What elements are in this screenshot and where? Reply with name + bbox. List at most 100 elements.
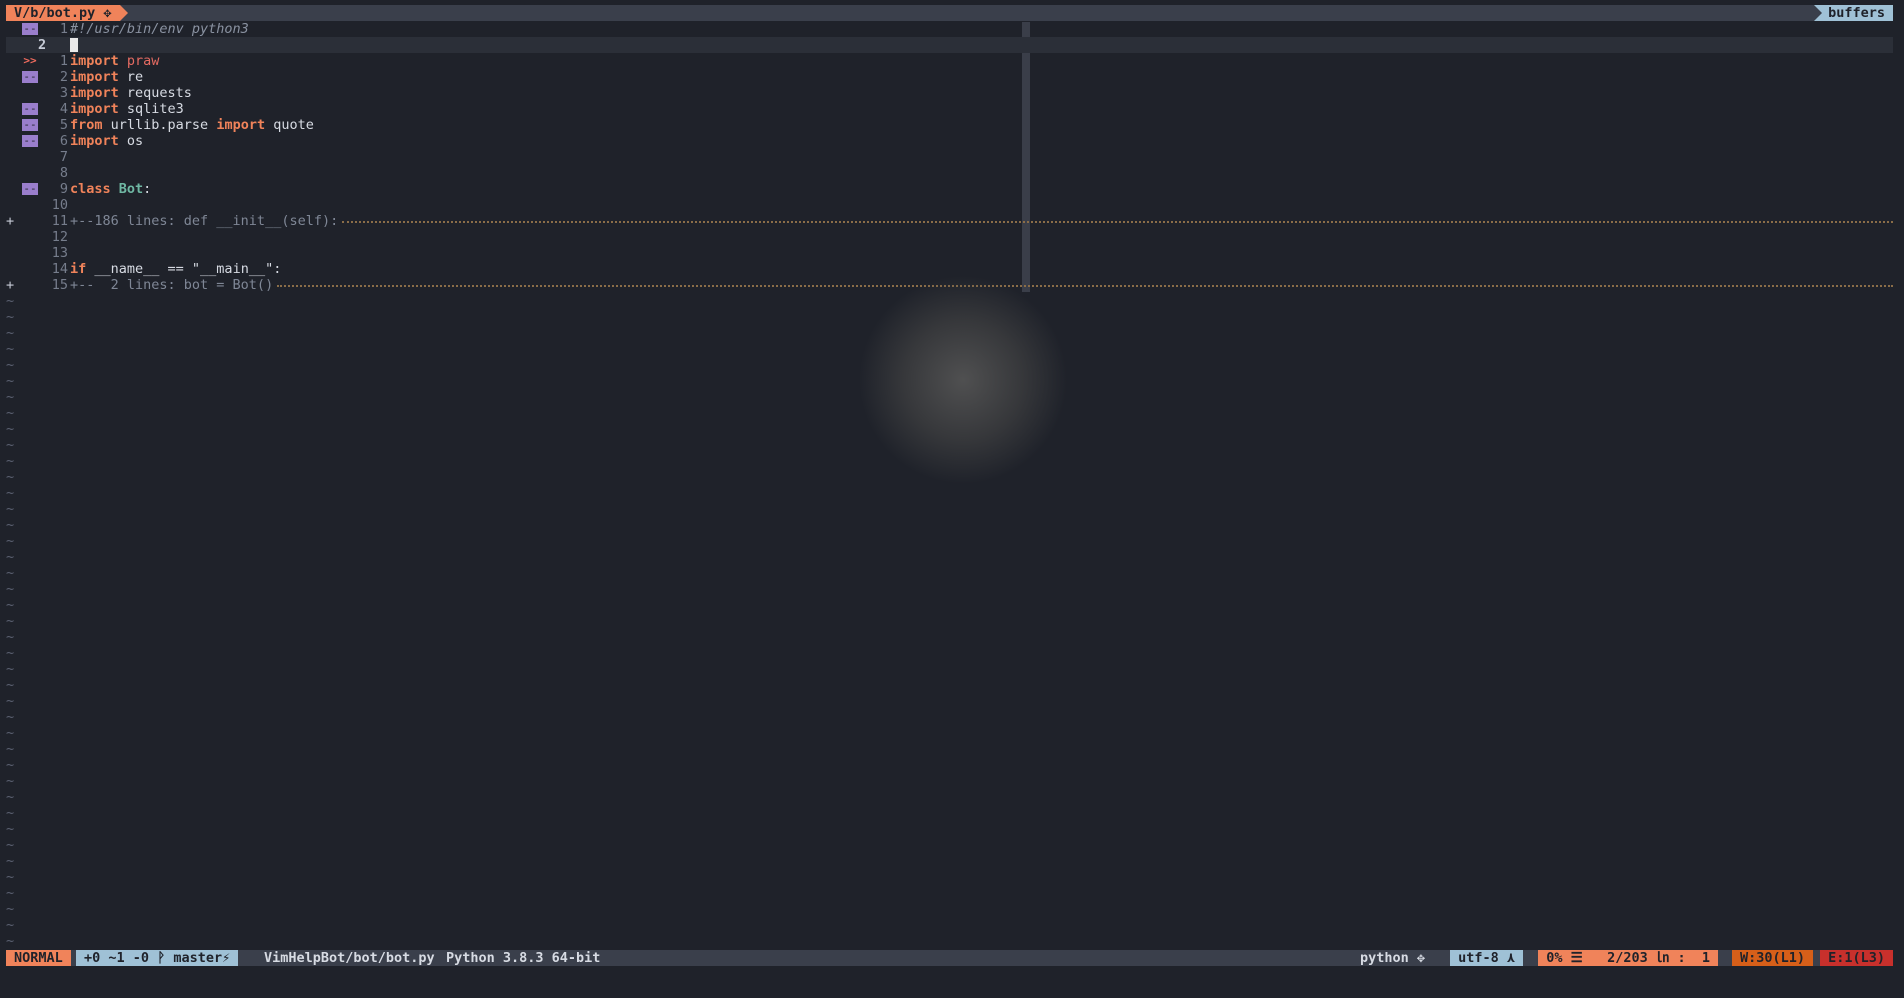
empty-line-marker: ~ bbox=[6, 469, 15, 485]
code-text bbox=[70, 37, 78, 53]
code-text: #!/usr/bin/env python3 bbox=[70, 21, 249, 37]
line-number: 15 bbox=[51, 277, 68, 293]
empty-line-marker: ~ bbox=[6, 661, 15, 677]
empty-line-marker: ~ bbox=[6, 933, 15, 949]
empty-line-marker: ~ bbox=[6, 805, 15, 821]
code-line[interactable]: -- 5 from urllib.parse import quote bbox=[6, 117, 1893, 133]
code-line[interactable]: 3 import requests bbox=[6, 85, 1893, 101]
code-line[interactable]: 12 bbox=[6, 229, 1893, 245]
encoding: utf-8 ⋏ bbox=[1450, 950, 1523, 966]
empty-line-marker: ~ bbox=[6, 357, 15, 373]
empty-line-marker: ~ bbox=[6, 485, 15, 501]
line-number: 14 bbox=[51, 261, 68, 277]
code-line[interactable]: >> 1 import praw bbox=[6, 53, 1893, 69]
code-text: from urllib.parse import quote bbox=[70, 117, 314, 133]
empty-line-marker: ~ bbox=[6, 917, 15, 933]
empty-line-marker: ~ bbox=[6, 373, 15, 389]
empty-line-marker: ~ bbox=[6, 709, 15, 725]
empty-line-marker: ~ bbox=[6, 389, 15, 405]
text-cursor bbox=[70, 38, 78, 52]
cursor-position: 0% ☰ 2/203 ㏑ : 1 bbox=[1538, 950, 1718, 966]
fold-filler bbox=[342, 221, 1893, 223]
empty-line-marker: ~ bbox=[6, 901, 15, 917]
mode-indicator: NORMAL bbox=[6, 950, 71, 966]
empty-line-marker: ~ bbox=[6, 421, 15, 437]
editor-buffer[interactable]: -- 1 #!/usr/bin/env python3 2 >> 1 import praw… bbox=[6, 21, 1893, 293]
code-line[interactable]: 13 bbox=[6, 245, 1893, 261]
tab-separator-icon bbox=[119, 5, 128, 21]
tab-bot-py[interactable]: V/b/bot.py ✥ bbox=[6, 5, 128, 21]
empty-line-marker: ~ bbox=[6, 613, 15, 629]
line-number: 1 bbox=[59, 21, 68, 37]
code-line[interactable]: -- 4 import sqlite3 bbox=[6, 101, 1893, 117]
python-version: Python 3.8.3 64-bit bbox=[446, 950, 601, 966]
empty-line-marker: ~ bbox=[6, 517, 15, 533]
empty-line-marker: ~ bbox=[6, 837, 15, 853]
buffers-label: buffers bbox=[1814, 5, 1893, 21]
fold-line[interactable]: +11 +--186 lines: def __init__(self): bbox=[6, 213, 1893, 229]
empty-line-marker: ~ bbox=[6, 565, 15, 581]
empty-line-marker: ~ bbox=[6, 789, 15, 805]
code-line[interactable]: 10 bbox=[6, 197, 1893, 213]
code-text: import os bbox=[70, 133, 144, 149]
code-text: class Bot: bbox=[70, 181, 152, 197]
tabline: V/b/bot.py ✥ buffers bbox=[6, 5, 1893, 21]
line-number: 2 bbox=[59, 69, 68, 85]
code-text: if __name__ == "__main__": bbox=[70, 261, 282, 277]
empty-line-marker: ~ bbox=[6, 677, 15, 693]
filetype: python ✥ bbox=[1359, 950, 1425, 966]
empty-line-marker: ~ bbox=[6, 757, 15, 773]
empty-line-marker: ~ bbox=[6, 773, 15, 789]
line-number: 10 bbox=[51, 197, 68, 213]
code-line[interactable]: 8 bbox=[6, 165, 1893, 181]
line-number: 7 bbox=[59, 149, 68, 165]
cursor-shadow bbox=[858, 275, 1068, 485]
empty-line-marker: ~ bbox=[6, 853, 15, 869]
code-text: +--186 lines: def __init__(self): bbox=[70, 213, 339, 229]
fold-filler bbox=[277, 285, 1893, 287]
fold-sign: + bbox=[6, 213, 15, 229]
code-line[interactable]: -- 2 import re bbox=[6, 69, 1893, 85]
lint-warnings: W:30(L1) bbox=[1731, 950, 1813, 966]
line-number: 2 bbox=[38, 37, 47, 53]
empty-line-marker: ~ bbox=[6, 405, 15, 421]
code-line[interactable]: 14 if __name__ == "__main__": bbox=[6, 261, 1893, 277]
line-number: 9 bbox=[59, 181, 68, 197]
code-line[interactable]: -- 6 import os bbox=[6, 133, 1893, 149]
empty-line-marker: ~ bbox=[6, 885, 15, 901]
code-line[interactable]: 7 bbox=[6, 149, 1893, 165]
line-number: 1 bbox=[59, 53, 68, 69]
line-number: 11 bbox=[51, 213, 68, 229]
line-number: 3 bbox=[59, 85, 68, 101]
line-number: 4 bbox=[59, 101, 68, 117]
empty-line-marker: ~ bbox=[6, 869, 15, 885]
empty-line-marker: ~ bbox=[6, 549, 15, 565]
empty-line-marker: ~ bbox=[6, 453, 15, 469]
empty-line-marker: ~ bbox=[6, 325, 15, 341]
empty-line-marker: ~ bbox=[6, 741, 15, 757]
line-number: 5 bbox=[59, 117, 68, 133]
code-text: import praw bbox=[70, 53, 160, 69]
empty-line-marker: ~ bbox=[6, 341, 15, 357]
tab-label: V/b/bot.py ✥ bbox=[14, 5, 112, 21]
empty-line-marker: ~ bbox=[6, 533, 15, 549]
code-text: +-- 2 lines: bot = Bot() bbox=[70, 277, 274, 293]
statusline: NORMAL +0 ~1 -0 ᚹ master⚡ VimHelpBot/bot… bbox=[6, 950, 1893, 966]
empty-line-marker: ~ bbox=[6, 597, 15, 613]
empty-line-marker: ~ bbox=[6, 645, 15, 661]
git-status: +0 ~1 -0 ᚹ master⚡ bbox=[76, 950, 239, 966]
empty-line-marker: ~ bbox=[6, 293, 15, 309]
code-line[interactable]: 2 bbox=[6, 37, 1893, 53]
line-number: 12 bbox=[51, 229, 68, 245]
line-number: 13 bbox=[51, 245, 68, 261]
lint-errors: E:1(L3) bbox=[1820, 950, 1893, 966]
code-text: import requests bbox=[70, 85, 192, 101]
code-line[interactable]: -- 1 #!/usr/bin/env python3 bbox=[6, 21, 1893, 37]
line-number: 8 bbox=[59, 165, 68, 181]
empty-line-marker: ~ bbox=[6, 821, 15, 837]
fold-sign: + bbox=[6, 277, 15, 293]
code-text: import sqlite3 bbox=[70, 101, 184, 117]
empty-line-marker: ~ bbox=[6, 629, 15, 645]
vim-window: V/b/bot.py ✥ buffers -- 1 #!/usr/bin/env p… bbox=[6, 5, 1893, 966]
code-line[interactable]: -- 9 class Bot: bbox=[6, 181, 1893, 197]
